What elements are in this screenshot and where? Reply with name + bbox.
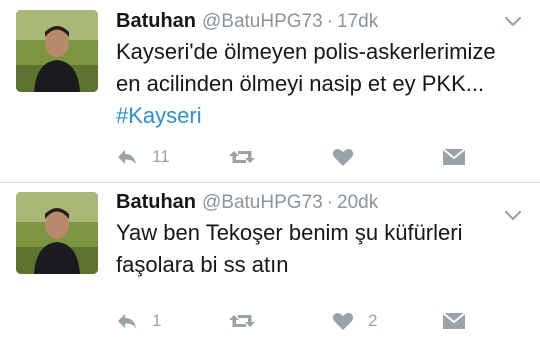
tweet-body: Yaw ben Tekoşer benim şu küfürleri faşol… [116,220,463,277]
reply-button[interactable]: 11 [116,145,170,169]
chevron-down-icon[interactable] [504,16,522,28]
timestamp[interactable]: 17dk [337,11,378,32]
tweet-header: Batuhan @BatuHPG73 · 17dk [116,9,378,33]
tweet-body: Kayseri'de ölmeyen polis-askerlerimize e… [116,39,496,96]
direct-message-button[interactable] [442,309,466,333]
author-name[interactable]: Batuhan [116,191,196,213]
tweet-actions: 1 2 [116,309,470,333]
avatar[interactable] [16,192,98,274]
retweet-button[interactable] [228,145,270,169]
author-handle[interactable]: @BatuHPG73 [202,192,323,213]
direct-message-icon [442,148,466,165]
tweet-actions: 11 [116,145,470,169]
reply-icon [118,150,136,164]
direct-message-button[interactable] [442,145,466,169]
like-button[interactable] [332,145,368,169]
timestamp[interactable]: 20dk [337,192,378,213]
retweet-button[interactable] [228,309,270,333]
tweet-text: Kayseri'de ölmeyen polis-askerlerimize e… [116,36,521,132]
avatar-photo [16,10,98,92]
reply-count: 1 [152,311,162,330]
reply-count: 11 [152,147,170,166]
author-name[interactable]: Batuhan [116,10,196,32]
tweet-text: Yaw ben Tekoşer benim şu küfürleri faşol… [116,217,521,281]
direct-message-icon [442,312,466,329]
retweet-icon [229,315,255,327]
tweet[interactable]: Batuhan @BatuHPG73 · 17dk Kayseri'de ölmeye… [0,0,540,183]
like-count: 2 [368,311,378,330]
author-handle[interactable]: @BatuHPG73 [202,11,323,32]
like-button[interactable]: 2 [332,309,377,333]
reply-icon [118,314,136,328]
hashtag-link[interactable]: #Kayseri [116,103,202,128]
avatar[interactable] [16,10,98,92]
separator-dot: · [326,11,334,32]
avatar-photo [16,192,98,274]
tweet-feed: Batuhan @BatuHPG73 · 17dk Kayseri'de ölmeye… [0,0,540,341]
reply-button[interactable]: 1 [116,309,161,333]
heart-icon [332,313,354,330]
separator-dot: · [326,192,334,213]
retweet-icon [229,151,255,163]
tweet-header: Batuhan @BatuHPG73 · 20dk [116,190,378,214]
heart-icon [332,149,354,166]
tweet[interactable]: Batuhan @BatuHPG73 · 20dk Yaw ben Tekoşer b… [0,184,540,341]
